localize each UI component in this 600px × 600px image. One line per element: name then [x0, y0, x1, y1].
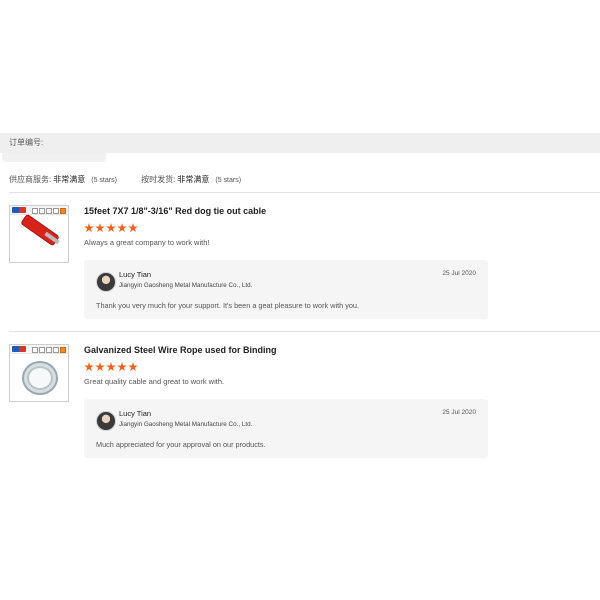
- order-number-tab: [2, 153, 106, 162]
- product-thumbnail[interactable]: [9, 344, 69, 402]
- reply-date: 25 Jul 2020: [442, 409, 476, 416]
- star-icon: [117, 223, 127, 233]
- rating-stars: [84, 220, 139, 233]
- star-icon: [84, 362, 94, 372]
- star-icon: [117, 362, 127, 372]
- reply-author: Lucy Tian: [119, 270, 152, 279]
- divider: [9, 331, 600, 332]
- reply-text: Much appreciated for your approval on ou…: [96, 440, 266, 449]
- reply-text: Thank you very much for your support. It…: [96, 301, 359, 310]
- supplier-reply: Lucy Tian Jiangyin Gaosheng Metal Manufa…: [84, 399, 488, 458]
- rating-supplier-service: 供应商服务: 非常满意 (5 stars): [9, 175, 117, 184]
- product-title[interactable]: 15feet 7X7 1/8"-3/16" Red dog tie out ca…: [84, 206, 266, 216]
- review-comment: Always a great company to work with!: [84, 238, 210, 247]
- product-thumbnail[interactable]: [9, 205, 69, 263]
- divider: [9, 192, 600, 193]
- avatar-icon: [96, 411, 116, 431]
- star-icon: [95, 362, 105, 372]
- star-icon: [128, 223, 138, 233]
- review-comment: Great quality cable and great to work wi…: [84, 377, 225, 386]
- star-icon: [106, 223, 116, 233]
- supplier-ratings: 供应商服务: 非常满意 (5 stars) 按时发货: 非常满意 (5 stars): [9, 174, 241, 185]
- reply-company: Jiangyin Gaosheng Metal Manufacture Co.,…: [119, 282, 253, 289]
- star-icon: [84, 223, 94, 233]
- avatar-icon: [96, 272, 116, 292]
- star-icon: [128, 362, 138, 372]
- star-icon: [106, 362, 116, 372]
- wire-coil-image: [22, 361, 58, 395]
- rating-on-time-delivery: 按时发货: 非常满意 (5 stars): [141, 175, 242, 184]
- reply-company: Jiangyin Gaosheng Metal Manufacture Co.,…: [119, 421, 253, 428]
- reply-date: 25 Jul 2020: [442, 270, 476, 277]
- supplier-reply: Lucy Tian Jiangyin Gaosheng Metal Manufa…: [84, 260, 488, 319]
- rating-stars: [84, 359, 139, 372]
- product-title[interactable]: Galvanized Steel Wire Rope used for Bind…: [84, 345, 276, 355]
- logo-icon: [12, 207, 26, 213]
- order-bar: 订单编号:: [0, 133, 600, 153]
- order-number-label: 订单编号:: [9, 138, 44, 147]
- star-icon: [95, 223, 105, 233]
- reply-author: Lucy Tian: [119, 409, 152, 418]
- logo-icon: [12, 346, 26, 352]
